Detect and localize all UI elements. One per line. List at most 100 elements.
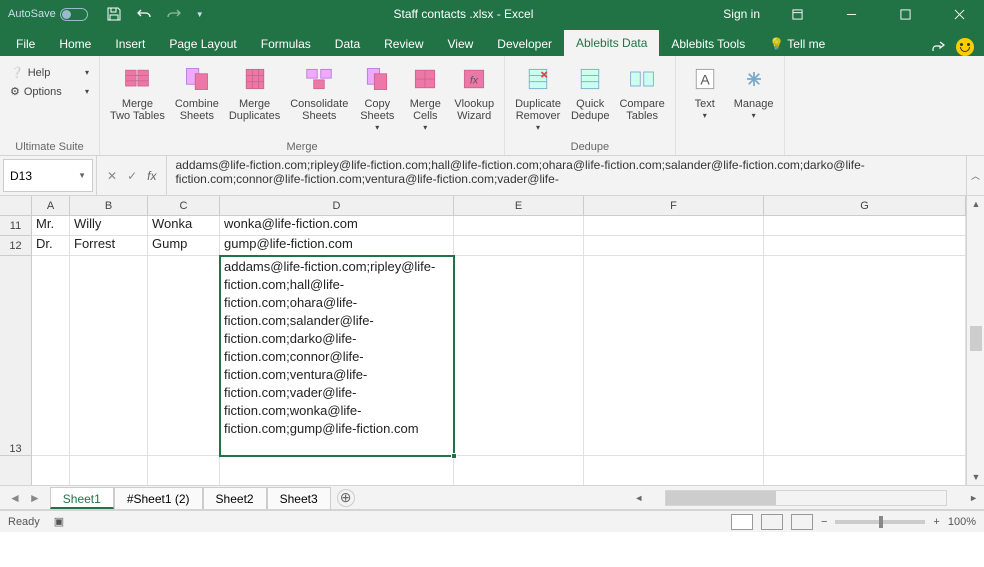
tab-developer[interactable]: Developer — [485, 32, 564, 56]
sheet-tab-sheet3[interactable]: Sheet3 — [267, 487, 331, 509]
merge-duplicates-button[interactable]: Merge Duplicates — [225, 60, 284, 139]
cell-d12[interactable]: gump@life-fiction.com — [220, 236, 454, 256]
row-header-14[interactable] — [0, 456, 32, 485]
tab-review[interactable]: Review — [372, 32, 435, 56]
duplicate-remover-button[interactable]: Duplicate Remover▾ — [511, 60, 565, 139]
autosave-label: AutoSave — [8, 8, 56, 20]
text-button[interactable]: AText▾ — [682, 60, 728, 139]
zoom-out-button[interactable]: − — [821, 516, 827, 528]
cell-c12[interactable]: Gump — [148, 236, 220, 256]
consolidate-sheets-button[interactable]: Consolidate Sheets — [286, 60, 352, 139]
chevron-down-icon[interactable]: ▼ — [78, 171, 86, 180]
tab-tell-me[interactable]: 💡 Tell me — [757, 32, 837, 56]
cell-d11[interactable]: wonka@life-fiction.com — [220, 216, 454, 236]
col-header-d[interactable]: D — [220, 196, 454, 215]
add-sheet-button[interactable]: ⊕ — [337, 489, 355, 507]
help-button[interactable]: ❔Help ▾ — [6, 64, 93, 81]
cell-f13[interactable] — [584, 256, 764, 456]
view-page-layout-icon[interactable] — [761, 514, 783, 530]
scroll-up-icon[interactable]: ▲ — [967, 196, 984, 212]
feedback-icon[interactable] — [956, 38, 974, 56]
maximize-button[interactable] — [888, 0, 922, 28]
horizontal-scrollbar[interactable] — [665, 490, 947, 506]
sheet-tab-sheet2[interactable]: Sheet2 — [203, 487, 267, 509]
cell-a11[interactable]: Mr. — [32, 216, 70, 236]
cancel-formula-icon[interactable]: ✕ — [107, 169, 117, 183]
share-icon[interactable] — [930, 39, 946, 55]
tab-view[interactable]: View — [436, 32, 486, 56]
cell-c13[interactable] — [148, 256, 220, 456]
sign-in-link[interactable]: Sign in — [723, 7, 760, 21]
zoom-in-button[interactable]: + — [933, 516, 939, 528]
zoom-value[interactable]: 100% — [948, 516, 976, 528]
cell-f12[interactable] — [584, 236, 764, 256]
col-header-a[interactable]: A — [32, 196, 70, 215]
sheet-tab-sheet1[interactable]: Sheet1 — [50, 487, 114, 509]
autosave-toggle[interactable]: AutoSave — [8, 8, 88, 21]
qat-customize-icon[interactable]: ▼ — [196, 10, 204, 19]
redo-icon[interactable] — [166, 6, 182, 22]
cell-c11[interactable]: Wonka — [148, 216, 220, 236]
minimize-button[interactable] — [834, 0, 868, 28]
cell-b12[interactable]: Forrest — [70, 236, 148, 256]
insert-function-icon[interactable]: fx — [147, 169, 156, 183]
view-page-break-icon[interactable] — [791, 514, 813, 530]
sheet-nav[interactable]: ◄► — [0, 491, 50, 505]
vlookup-wizard-button[interactable]: fxVlookup Wizard — [450, 60, 498, 139]
vertical-scrollbar[interactable]: ▲ ▼ — [966, 196, 984, 485]
tab-formulas[interactable]: Formulas — [249, 32, 323, 56]
cell-d13[interactable]: addams@life-fiction.com;ripley@life-fict… — [220, 256, 454, 456]
tab-home[interactable]: Home — [47, 32, 103, 56]
compare-tables-button[interactable]: Compare Tables — [615, 60, 668, 139]
tab-page-layout[interactable]: Page Layout — [157, 32, 248, 56]
col-header-f[interactable]: F — [584, 196, 764, 215]
hscroll-right-icon[interactable]: ► — [965, 493, 984, 503]
tab-ablebits-tools[interactable]: Ablebits Tools — [659, 32, 757, 56]
copy-sheets-button[interactable]: Copy Sheets▾ — [354, 60, 400, 139]
formula-text[interactable]: addams@life-fiction.com;ripley@life-fict… — [167, 156, 966, 195]
tab-ablebits-data[interactable]: Ablebits Data — [564, 30, 659, 56]
cell-e13[interactable] — [454, 256, 584, 456]
scroll-down-icon[interactable]: ▼ — [967, 469, 984, 485]
cell-g13[interactable] — [764, 256, 966, 456]
col-header-c[interactable]: C — [148, 196, 220, 215]
name-box[interactable]: D13▼ — [3, 159, 93, 192]
cell-b11[interactable]: Willy — [70, 216, 148, 236]
macro-record-icon[interactable]: ▣ — [54, 515, 64, 528]
save-icon[interactable] — [106, 6, 122, 22]
quick-dedupe-button[interactable]: Quick Dedupe — [567, 60, 614, 139]
cell-e11[interactable] — [454, 216, 584, 236]
row-header-12[interactable]: 12 — [0, 236, 32, 256]
row-header-13[interactable]: 13 — [0, 256, 32, 456]
cell-a12[interactable]: Dr. — [32, 236, 70, 256]
ribbon-options-icon[interactable] — [780, 0, 814, 28]
cell-f11[interactable] — [584, 216, 764, 236]
sheet-tab-sheet1-2[interactable]: #Sheet1 (2) — [114, 487, 203, 509]
close-button[interactable] — [942, 0, 976, 28]
cell-a13[interactable] — [32, 256, 70, 456]
zoom-slider[interactable] — [835, 520, 925, 524]
cell-b13[interactable] — [70, 256, 148, 456]
enter-formula-icon[interactable]: ✓ — [127, 169, 137, 183]
undo-icon[interactable] — [136, 6, 152, 22]
col-header-e[interactable]: E — [454, 196, 584, 215]
options-button[interactable]: ⚙Options ▾ — [6, 83, 93, 100]
col-header-b[interactable]: B — [70, 196, 148, 215]
merge-two-tables-button[interactable]: Merge Two Tables — [106, 60, 169, 139]
tab-insert[interactable]: Insert — [103, 32, 157, 56]
cell-g11[interactable] — [764, 216, 966, 236]
cell-e12[interactable] — [454, 236, 584, 256]
formula-expand-icon[interactable]: ︿ — [966, 156, 984, 195]
select-all-corner[interactable] — [0, 196, 32, 216]
col-header-g[interactable]: G — [764, 196, 966, 215]
cell-g12[interactable] — [764, 236, 966, 256]
row-header-11[interactable]: 11 — [0, 216, 32, 236]
view-normal-icon[interactable] — [731, 514, 753, 530]
manage-button[interactable]: Manage▾ — [730, 60, 778, 139]
scroll-thumb[interactable] — [970, 326, 982, 351]
merge-cells-button[interactable]: Merge Cells▾ — [402, 60, 448, 139]
hscroll-left-icon[interactable]: ◄ — [634, 493, 647, 503]
combine-sheets-button[interactable]: Combine Sheets — [171, 60, 223, 139]
tab-file[interactable]: File — [4, 32, 47, 56]
tab-data[interactable]: Data — [323, 32, 372, 56]
